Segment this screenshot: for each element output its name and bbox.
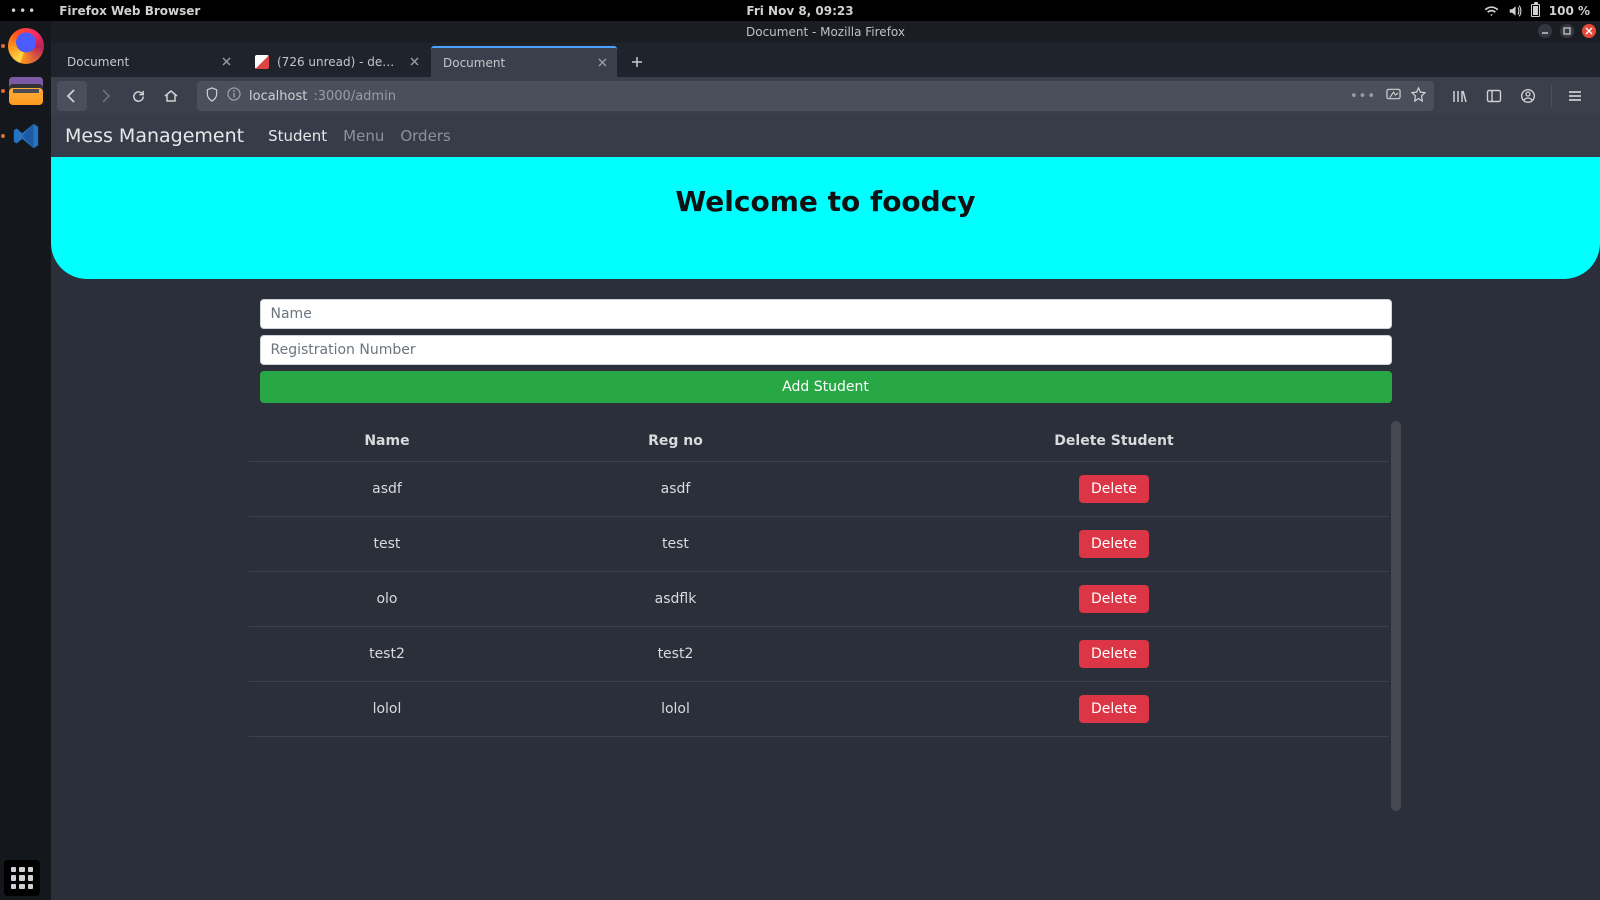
cell-reg: lolol (525, 682, 825, 737)
registration-input[interactable] (260, 335, 1392, 365)
browser-tab[interactable]: Document (431, 46, 617, 77)
topbar-clock[interactable]: Fri Nov 8, 09:23 (746, 4, 853, 18)
reload-button[interactable] (123, 81, 153, 111)
back-button[interactable] (57, 81, 87, 111)
window-maximize-button[interactable] (1560, 24, 1574, 38)
cell-reg: asdf (525, 462, 825, 517)
cell-reg: test (525, 517, 825, 572)
battery-percent: 100 % (1549, 4, 1590, 18)
volume-icon[interactable] (1508, 5, 1522, 17)
battery-icon[interactable] (1531, 4, 1540, 17)
cell-name: test (249, 517, 526, 572)
th-name: Name (249, 421, 526, 462)
hamburger-menu-icon[interactable] (1560, 81, 1590, 111)
add-student-form: Add Student (260, 299, 1392, 403)
nav-link-student[interactable]: Student (268, 127, 327, 145)
new-tab-button[interactable] (623, 48, 651, 76)
th-delete: Delete Student (825, 421, 1402, 462)
topbar-app-name: Firefox Web Browser (59, 4, 200, 18)
cell-delete: Delete (825, 462, 1402, 517)
delete-button[interactable]: Delete (1079, 640, 1149, 668)
cell-reg: asdflk (525, 572, 825, 627)
forward-button[interactable] (90, 81, 120, 111)
files-icon (9, 77, 43, 105)
tab-close-icon[interactable] (407, 55, 421, 69)
wifi-icon[interactable] (1484, 5, 1499, 17)
account-icon[interactable] (1513, 81, 1543, 111)
welcome-banner: Welcome to foodcy (51, 157, 1600, 279)
cell-delete: Delete (825, 627, 1402, 682)
tab-title: Document (443, 56, 587, 70)
mail-favicon-icon (255, 55, 269, 69)
window-title: Document - Mozilla Firefox (746, 25, 905, 39)
cell-name: test2 (249, 627, 526, 682)
delete-button[interactable]: Delete (1079, 475, 1149, 503)
cell-name: asdf (249, 462, 526, 517)
window-titlebar[interactable]: Document - Mozilla Firefox (51, 21, 1600, 43)
nav-link-menu[interactable]: Menu (343, 127, 384, 145)
dock (0, 21, 51, 900)
vscode-icon (10, 120, 42, 152)
add-student-button[interactable]: Add Student (260, 371, 1392, 403)
dock-files[interactable] (6, 71, 46, 111)
students-table-wrapper: Name Reg no Delete Student asdfasdf Delet… (249, 421, 1403, 811)
app-navbar: Mess Management Student Menu Orders (51, 115, 1600, 157)
name-input[interactable] (260, 299, 1392, 329)
bookmark-star-icon[interactable] (1411, 87, 1426, 106)
table-row: lolollolol Delete (249, 682, 1403, 737)
th-reg: Reg no (525, 421, 825, 462)
dock-firefox[interactable] (6, 26, 46, 66)
dock-apps-grid[interactable] (4, 860, 40, 896)
tab-title: (726 unread) - devamtriv (277, 55, 399, 69)
browser-toolbar: localhost:3000/admin ••• (51, 77, 1600, 115)
reader-permissions-icon[interactable] (1386, 87, 1401, 105)
nav-link-orders[interactable]: Orders (400, 127, 450, 145)
table-row: test2test2 Delete (249, 627, 1403, 682)
system-topbar: ••• Firefox Web Browser Fri Nov 8, 09:23… (0, 0, 1600, 21)
window-close-button[interactable] (1582, 24, 1596, 38)
cell-delete: Delete (825, 517, 1402, 572)
table-row: testtest Delete (249, 517, 1403, 572)
connection-info-icon[interactable] (227, 87, 241, 105)
window-minimize-button[interactable] (1538, 24, 1552, 38)
browser-tab[interactable]: Document (55, 46, 241, 77)
page-actions-icon[interactable]: ••• (1350, 89, 1376, 104)
url-bar[interactable]: localhost:3000/admin ••• (197, 81, 1434, 111)
cell-delete: Delete (825, 682, 1402, 737)
delete-button[interactable]: Delete (1079, 695, 1149, 723)
tab-close-icon[interactable] (219, 55, 233, 69)
dock-vscode[interactable] (6, 116, 46, 156)
activities-dots[interactable]: ••• (10, 4, 37, 18)
banner-title: Welcome to foodcy (675, 185, 975, 218)
tracking-shield-icon[interactable] (205, 87, 219, 106)
firefox-icon (8, 28, 44, 64)
students-table: Name Reg no Delete Student asdfasdf Delet… (249, 421, 1403, 737)
sidebar-icon[interactable] (1479, 81, 1509, 111)
cell-name: lolol (249, 682, 526, 737)
webpage: Mess Management Student Menu Orders Welcom… (51, 115, 1600, 900)
delete-button[interactable]: Delete (1079, 585, 1149, 613)
home-button[interactable] (156, 81, 186, 111)
table-scrollbar[interactable] (1389, 421, 1403, 811)
table-row: oloasdflk Delete (249, 572, 1403, 627)
table-row: asdfasdf Delete (249, 462, 1403, 517)
cell-name: olo (249, 572, 526, 627)
library-icon[interactable] (1445, 81, 1475, 111)
cell-reg: test2 (525, 627, 825, 682)
cell-delete: Delete (825, 572, 1402, 627)
tab-close-icon[interactable] (595, 56, 609, 70)
firefox-window: Document - Mozilla Firefox Document (726 … (51, 21, 1600, 900)
tab-title: Document (67, 55, 211, 69)
url-text: localhost:3000/admin (249, 89, 1342, 104)
tabstrip: Document (726 unread) - devamtriv Document (51, 43, 1600, 77)
navbar-brand[interactable]: Mess Management (65, 125, 244, 147)
delete-button[interactable]: Delete (1079, 530, 1149, 558)
browser-tab[interactable]: (726 unread) - devamtriv (243, 46, 429, 77)
